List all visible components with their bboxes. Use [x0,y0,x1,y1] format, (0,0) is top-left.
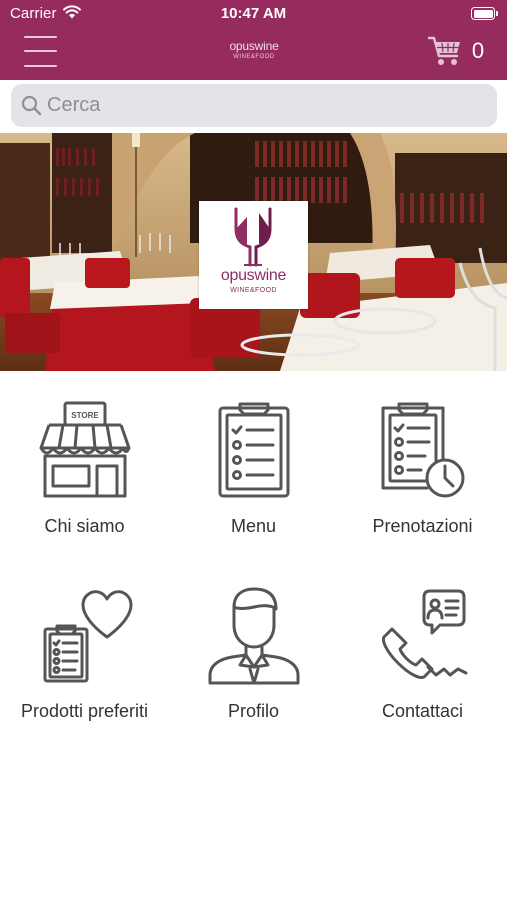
tile-chi-siamo[interactable]: STORE Chi siamo [0,400,169,545]
top-bar: Carrier 10:47 AM opuswine WINE&FOOD 0 [0,0,507,80]
clipboard-checklist-icon [218,402,289,498]
phone-contact-icon [381,589,467,679]
tile-label-prenotazioni: Prenotazioni [372,516,473,536]
tile-contattaci[interactable]: Contattaci [338,585,507,730]
tile-label-menu: Menu [230,516,277,536]
restaurant-logo: opuswine WINE&FOOD [199,201,308,309]
brand-logo: opuswine WINE&FOOD [213,40,295,66]
logo-name: opuswine [220,267,287,284]
user-profile-icon [208,587,299,685]
clipboard-heart-icon [43,590,132,683]
tile-prenotazioni[interactable]: Prenotazioni [338,400,507,545]
store-icon: STORE [39,401,130,498]
cart-icon[interactable] [427,34,463,68]
clipboard-clock-icon [381,402,464,498]
status-bar: Carrier 10:47 AM [0,0,507,28]
tile-label-contattaci: Contattaci [381,701,464,721]
battery-icon [471,7,498,20]
brand-subtitle: WINE&FOOD [233,54,275,60]
tile-prodotti-preferiti[interactable]: Prodotti preferiti [0,585,169,730]
tile-menu[interactable]: Menu [169,400,338,545]
svg-text:STORE: STORE [71,411,99,420]
tile-label-profilo: Profilo [227,701,280,721]
tile-profilo[interactable]: Profilo [169,585,338,730]
search-input[interactable] [47,84,487,127]
search-bar[interactable] [11,84,497,127]
tile-label-chi-siamo: Chi siamo [44,516,125,536]
search-icon [21,95,42,116]
hamburger-menu-button[interactable] [24,35,58,69]
logo-subtitle: WINE&FOOD [230,287,277,294]
brand-name: opuswine [229,39,279,53]
tile-label-prodotti-preferiti: Prodotti preferiti [20,701,149,721]
clock-label: 10:47 AM [220,5,287,22]
wine-glass-logo-icon [234,207,272,267]
cart-count[interactable]: 0 [469,38,487,64]
